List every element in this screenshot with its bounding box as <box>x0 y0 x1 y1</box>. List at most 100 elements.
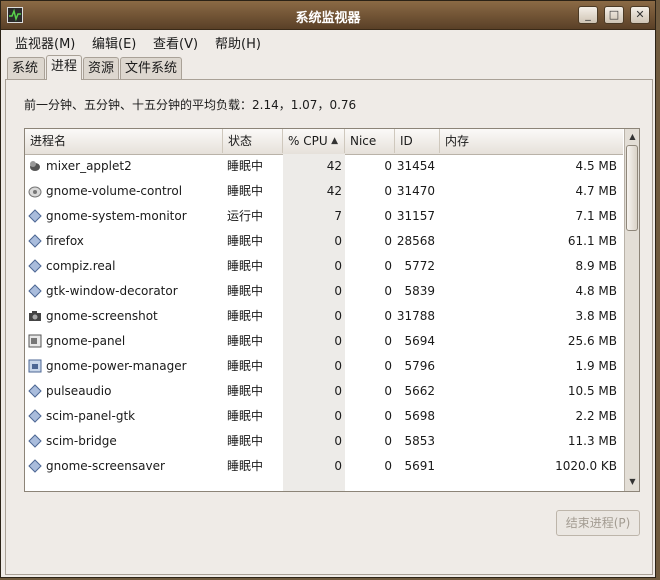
column-header-nice[interactable]: Nice <box>345 129 395 153</box>
table-row[interactable]: mixer_applet2 睡眠中 42 0 31454 4.5 MB <box>25 154 623 179</box>
processes-panel: 前一分钟、五分钟、十五分钟的平均负载：2.14，1.07，0.76 进程名 状态… <box>5 79 653 575</box>
process-cpu: 0 <box>334 309 342 323</box>
column-header-state[interactable]: 状态 <box>223 129 283 153</box>
table-row[interactable]: gnome-screensaver 睡眠中 0 0 5691 1020.0 KB <box>25 454 623 479</box>
table-row[interactable]: compiz.real 睡眠中 0 0 5772 8.9 MB <box>25 254 623 279</box>
tab-filesystems[interactable]: 文件系统 <box>120 57 182 79</box>
table-row[interactable]: gnome-screenshot 睡眠中 0 0 31788 3.8 MB <box>25 304 623 329</box>
maximize-button[interactable]: □ <box>604 6 624 24</box>
process-cpu: 0 <box>334 409 342 423</box>
process-name: gtk-window-decorator <box>46 284 178 298</box>
process-name: firefox <box>46 234 84 248</box>
process-memory: 7.1 MB <box>575 209 617 223</box>
process-nice: 0 <box>384 459 392 473</box>
table-row[interactable]: gnome-panel 睡眠中 0 0 5694 25.6 MB <box>25 329 623 354</box>
process-cpu: 0 <box>334 459 342 473</box>
process-state: 睡眠中 <box>227 159 264 173</box>
menu-help[interactable]: 帮助(H) <box>215 33 261 52</box>
process-id: 5662 <box>404 384 435 398</box>
table-row[interactable]: scim-bridge 睡眠中 0 0 5853 11.3 MB <box>25 429 623 454</box>
minimize-button[interactable]: _ <box>578 6 598 24</box>
process-state: 睡眠中 <box>227 284 264 298</box>
process-state: 睡眠中 <box>227 234 264 248</box>
table-row[interactable]: pulseaudio 睡眠中 0 0 5662 10.5 MB <box>25 379 623 404</box>
process-memory: 25.6 MB <box>567 334 617 348</box>
menu-monitor[interactable]: 监视器(M) <box>15 33 75 52</box>
process-memory: 1020.0 KB <box>555 459 617 473</box>
process-nice: 0 <box>384 434 392 448</box>
table-row[interactable]: firefox 睡眠中 0 0 28568 61.1 MB <box>25 229 623 254</box>
vertical-scrollbar[interactable]: ▲ ▼ <box>624 129 639 491</box>
title-bar[interactable]: 系统监视器 _ □ ✕ <box>1 1 655 30</box>
process-memory: 11.3 MB <box>567 434 617 448</box>
process-name: gnome-screensaver <box>46 459 165 473</box>
power-icon <box>28 359 42 373</box>
process-id: 5839 <box>404 284 435 298</box>
menu-view[interactable]: 查看(V) <box>153 33 198 52</box>
process-nice: 0 <box>384 384 392 398</box>
process-name: mixer_applet2 <box>46 159 132 173</box>
process-nice: 0 <box>384 409 392 423</box>
process-id: 5694 <box>404 334 435 348</box>
process-id: 31470 <box>396 184 435 198</box>
column-header-memory[interactable]: 内存 <box>440 129 623 153</box>
diamond-icon <box>28 284 42 298</box>
mixer-icon <box>28 159 42 173</box>
process-state: 睡眠中 <box>227 359 264 373</box>
process-cpu: 0 <box>334 359 342 373</box>
volume-icon <box>28 184 42 198</box>
process-state: 睡眠中 <box>227 334 264 348</box>
menu-edit[interactable]: 编辑(E) <box>92 33 136 52</box>
table-row[interactable]: gnome-power-manager 睡眠中 0 0 5796 1.9 MB <box>25 354 623 379</box>
diamond-icon <box>28 384 42 398</box>
table-row[interactable]: gnome-volume-control 睡眠中 42 0 31470 4.7 MB <box>25 179 623 204</box>
process-cpu: 42 <box>326 184 342 198</box>
process-cpu: 7 <box>334 209 342 223</box>
end-process-button[interactable]: 结束进程(P) <box>556 510 640 536</box>
process-cpu: 0 <box>334 284 342 298</box>
process-nice: 0 <box>384 259 392 273</box>
table-row[interactable]: gtk-window-decorator 睡眠中 0 0 5839 4.8 MB <box>25 279 623 304</box>
process-name: gnome-screenshot <box>46 309 158 323</box>
column-header-name[interactable]: 进程名 <box>25 129 223 153</box>
menu-bar: 监视器(M) 编辑(E) 查看(V) 帮助(H) <box>1 29 655 53</box>
window-title: 系统监视器 <box>295 11 361 26</box>
close-button[interactable]: ✕ <box>630 6 650 24</box>
table-row[interactable]: scim-panel-gtk 睡眠中 0 0 5698 2.2 MB <box>25 404 623 429</box>
process-nice: 0 <box>384 334 392 348</box>
tab-resources[interactable]: 资源 <box>83 57 119 79</box>
process-cpu: 0 <box>334 234 342 248</box>
table-row[interactable]: gnome-system-monitor 运行中 7 0 31157 7.1 MB <box>25 204 623 229</box>
column-header-id[interactable]: ID <box>395 129 440 153</box>
process-memory: 4.8 MB <box>575 284 617 298</box>
table-header: 进程名 状态 % CPU ▲ Nice ID 内存 <box>25 129 623 155</box>
process-name: pulseaudio <box>46 384 112 398</box>
process-state: 睡眠中 <box>227 309 264 323</box>
process-id: 31157 <box>396 209 435 223</box>
tab-system[interactable]: 系统 <box>7 57 45 79</box>
process-cpu: 42 <box>326 159 342 173</box>
process-state: 睡眠中 <box>227 384 264 398</box>
process-name: gnome-panel <box>46 334 126 348</box>
process-memory: 1.9 MB <box>575 359 617 373</box>
panel-icon <box>28 334 42 348</box>
process-state: 运行中 <box>227 209 264 223</box>
process-name: scim-bridge <box>46 434 117 448</box>
diamond-icon <box>28 259 42 273</box>
process-memory: 61.1 MB <box>567 234 617 248</box>
process-nice: 0 <box>384 234 392 248</box>
scroll-down-arrow-icon[interactable]: ▼ <box>626 475 639 489</box>
process-id: 5853 <box>404 434 435 448</box>
process-state: 睡眠中 <box>227 184 264 198</box>
scrollbar-thumb[interactable] <box>626 145 638 231</box>
tab-processes[interactable]: 进程 <box>46 55 82 80</box>
process-memory: 8.9 MB <box>575 259 617 273</box>
process-name: gnome-system-monitor <box>46 209 187 223</box>
scroll-up-arrow-icon[interactable]: ▲ <box>626 130 639 144</box>
process-id: 31788 <box>396 309 435 323</box>
column-header-cpu[interactable]: % CPU ▲ <box>283 129 345 153</box>
process-rows: mixer_applet2 睡眠中 42 0 31454 4.5 MB gnome-volu… <box>25 154 623 491</box>
process-id: 5691 <box>404 459 435 473</box>
diamond-icon <box>28 234 42 248</box>
diamond-icon <box>28 459 42 473</box>
